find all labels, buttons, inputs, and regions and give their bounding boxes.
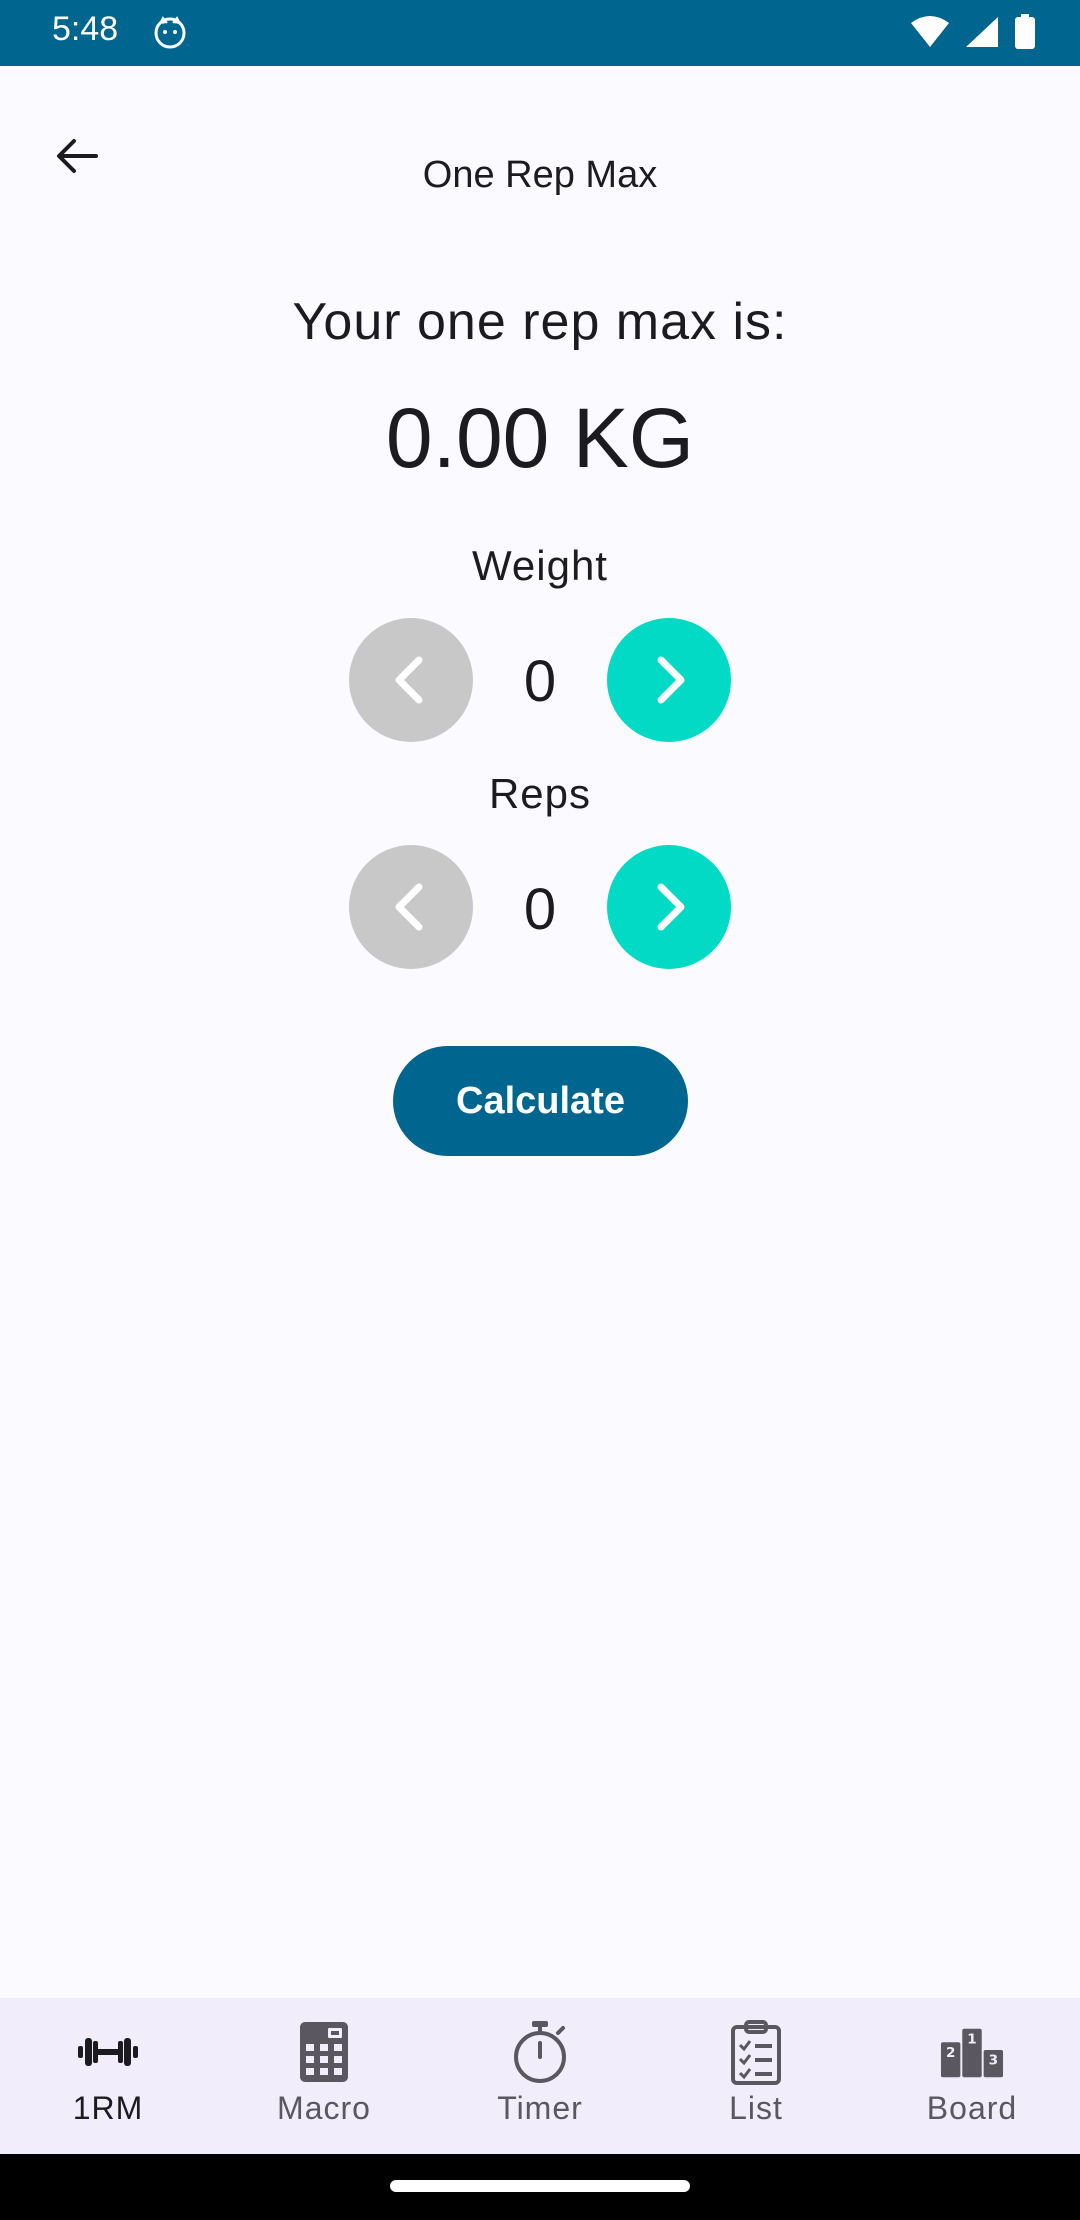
calculator-icon [292, 2020, 356, 2084]
stopwatch-icon [508, 2020, 572, 2084]
dumbbell-icon [76, 2020, 140, 2084]
weight-label: Weight [472, 542, 608, 589]
home-gesture-handle[interactable] [390, 2180, 690, 2192]
result-value: 0.00 KG [385, 391, 695, 485]
result-label: Your one rep max is: [292, 293, 788, 351]
nav-label: List [729, 2090, 783, 2126]
reps-label: Reps [488, 770, 592, 817]
nav-item-board[interactable]: 2 1 3 Board [864, 1998, 1080, 2154]
notification-cat-icon [154, 16, 186, 49]
chevron-right-icon [657, 883, 685, 931]
weight-increment-button[interactable] [607, 618, 731, 742]
status-bar: 5:48 [0, 0, 1080, 66]
nav-label: Timer [497, 2090, 583, 2126]
nav-label: Macro [277, 2090, 371, 2126]
clipboard-list-icon [724, 2020, 788, 2085]
svg-text:2: 2 [946, 2045, 955, 2061]
bottom-nav: 1RM Macro Timer List 2 1 3 Board [0, 1998, 1080, 2154]
status-icons [910, 14, 1036, 50]
weight-value: 0 [523, 649, 557, 714]
page-title: One Rep Max [422, 154, 658, 196]
reps-increment-button[interactable] [607, 845, 731, 969]
app-bar: One Rep Max [0, 66, 1080, 242]
nav-item-timer[interactable]: Timer [432, 1998, 648, 2154]
nav-label: 1RM [72, 2090, 144, 2126]
gesture-bar [0, 2154, 1080, 2220]
nav-item-macro[interactable]: Macro [216, 1998, 432, 2154]
nav-label: Board [926, 2090, 1018, 2126]
calculate-button[interactable]: Calculate [393, 1046, 688, 1156]
chevron-left-icon [395, 656, 423, 704]
status-time: 5:48 [52, 10, 119, 48]
reps-value: 0 [523, 877, 557, 942]
svg-text:3: 3 [989, 2053, 998, 2069]
chevron-right-icon [657, 656, 685, 704]
chevron-left-icon [395, 883, 423, 931]
battery-icon [1015, 14, 1035, 49]
signal-icon [966, 17, 998, 47]
reps-decrement-button[interactable] [349, 845, 473, 969]
weight-decrement-button[interactable] [349, 618, 473, 742]
wifi-icon [911, 16, 949, 47]
nav-item-1rm[interactable]: 1RM [0, 1998, 216, 2154]
leaderboard-icon: 2 1 3 [940, 2020, 1004, 2084]
nav-item-list[interactable]: List [648, 1998, 864, 2154]
svg-text:1: 1 [967, 2031, 976, 2047]
